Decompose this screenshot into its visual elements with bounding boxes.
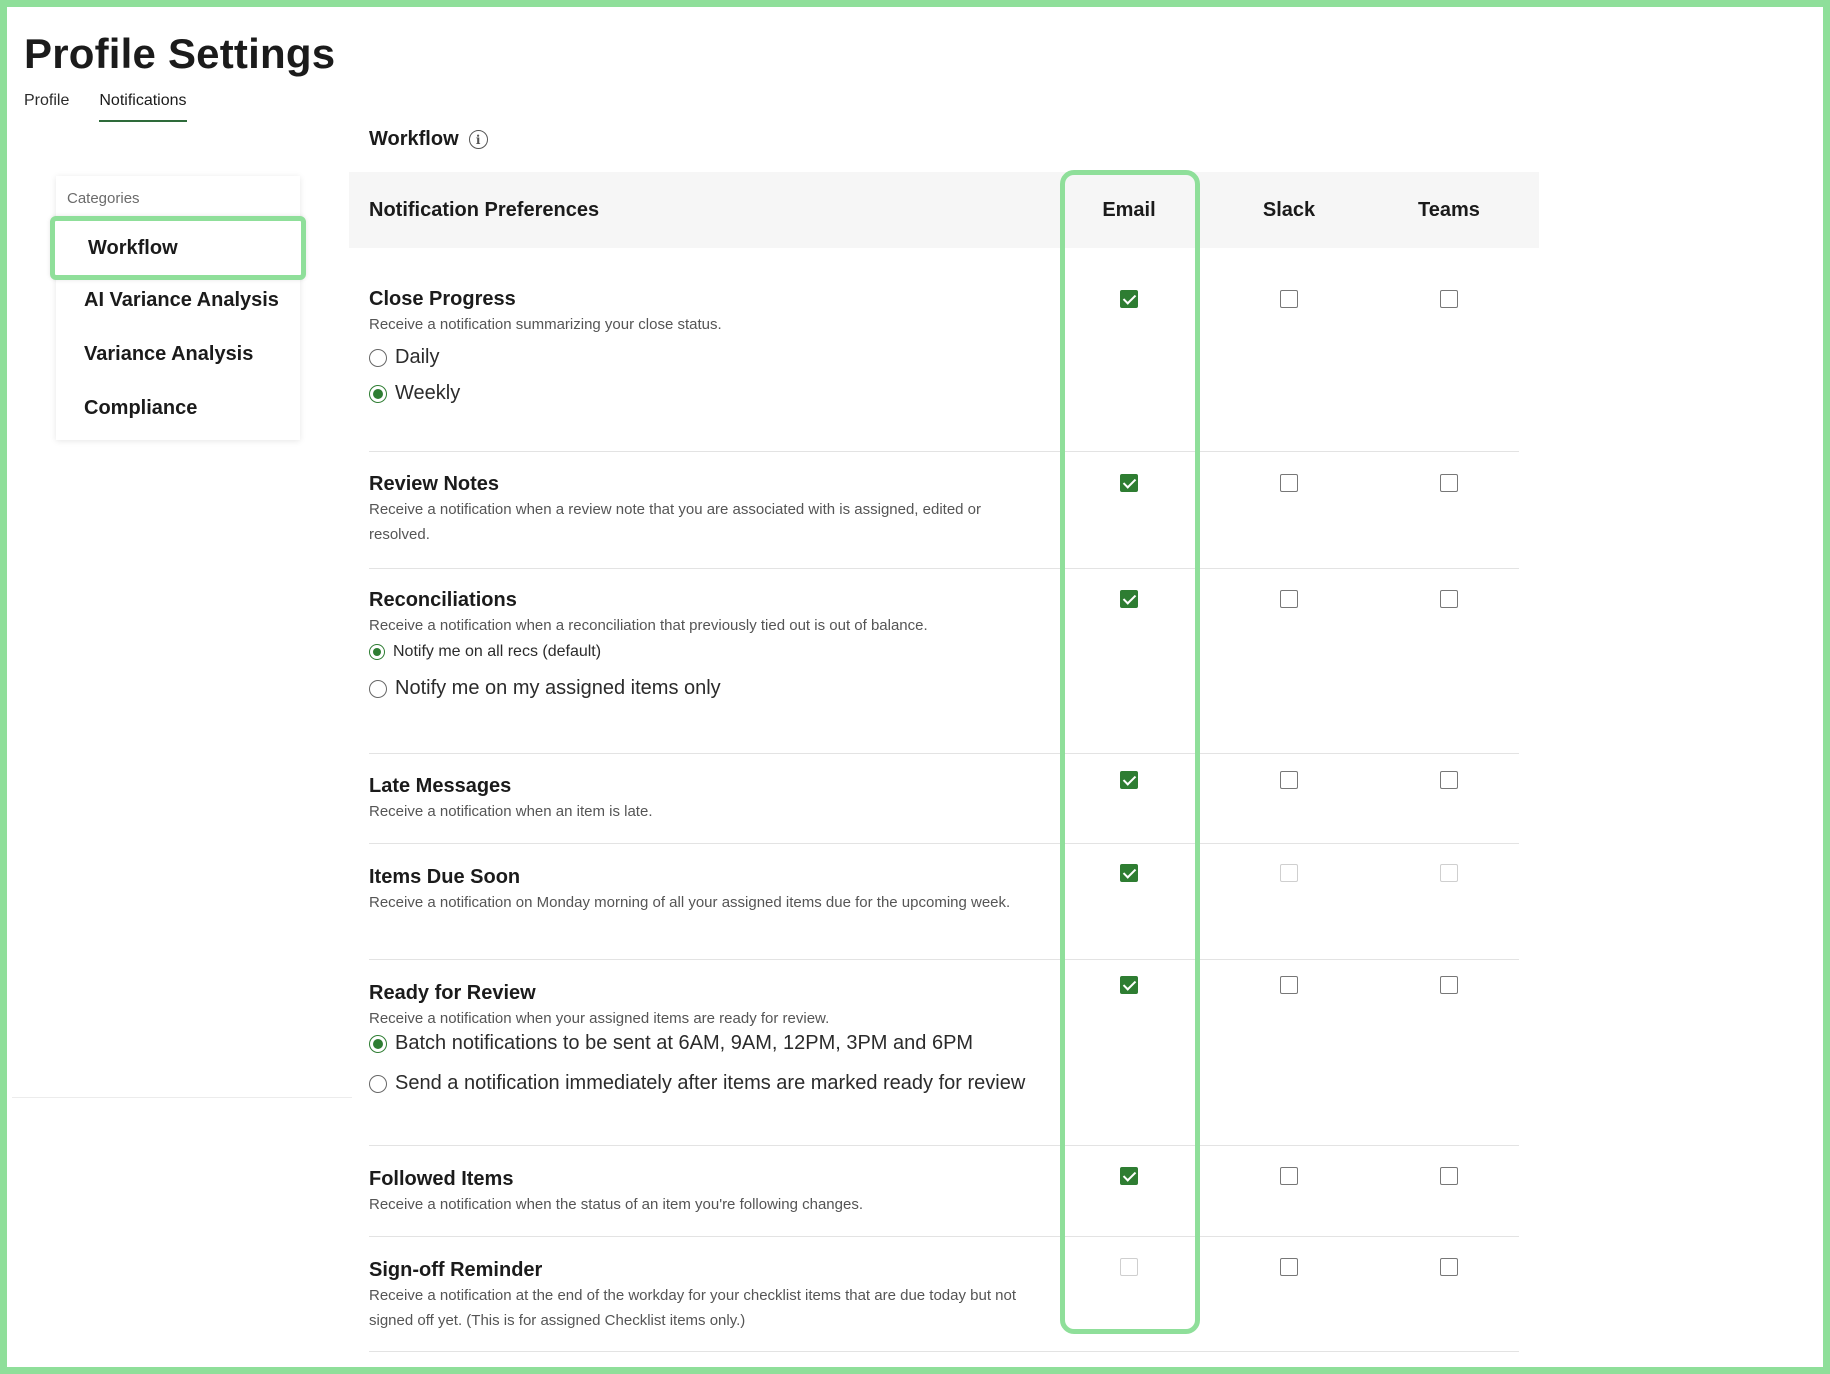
email-checkbox-review-notes[interactable] <box>1120 474 1138 492</box>
row-title: Review Notes <box>369 473 500 495</box>
radio-selected-icon <box>369 384 387 403</box>
sidebar-item-ai-variance-analysis[interactable]: AI Variance Analysis <box>56 275 300 325</box>
radio-option-all-recs[interactable]: Notify me on all recs (default) <box>369 643 601 661</box>
header-notification-preferences: Notification Preferences <box>369 198 600 221</box>
radio-option-batch[interactable]: Batch notifications to be sent at 6AM, 9… <box>369 1032 973 1055</box>
table-header: Notification Preferences Email Slack Tea… <box>349 172 1539 248</box>
radio-option-daily[interactable]: Daily <box>369 346 439 369</box>
email-checkbox-followed-items[interactable] <box>1120 1167 1138 1185</box>
radio-icon <box>369 679 387 698</box>
teams-checkbox-reconciliations[interactable] <box>1440 590 1458 608</box>
sidebar-item-workflow[interactable]: Workflow <box>50 216 306 280</box>
teams-checkbox-close-progress[interactable] <box>1440 290 1458 308</box>
radio-label: Weekly <box>395 382 461 404</box>
row-title: Items Due Soon <box>369 866 521 888</box>
row-description: Receive a notification when your assigne… <box>369 1010 830 1027</box>
header-slack: Slack <box>1262 198 1316 221</box>
row-title: Sign-off Reminder <box>369 1259 543 1281</box>
teams-checkbox-sign-off-reminder[interactable] <box>1440 1258 1458 1276</box>
categories-sidebar: Categories Workflow AI Variance Analysis… <box>50 176 306 440</box>
row-description: Receive a notification at the end of the… <box>369 1287 1017 1329</box>
tab-profile[interactable]: Profile <box>24 92 69 122</box>
slack-checkbox-review-notes[interactable] <box>1280 474 1298 492</box>
header-teams: Teams <box>1418 198 1480 221</box>
section-title: Workflow i <box>369 128 488 151</box>
radio-label: Send a notification immediately after it… <box>395 1072 1026 1094</box>
radio-selected-icon <box>369 1034 387 1053</box>
sidebar-item-compliance[interactable]: Compliance <box>56 383 300 433</box>
page-title: Profile Settings <box>24 30 336 77</box>
slack-checkbox-followed-items[interactable] <box>1280 1167 1298 1185</box>
row-title: Followed Items <box>369 1168 514 1190</box>
radio-selected-icon <box>369 644 385 660</box>
email-checkbox-reconciliations[interactable] <box>1120 590 1138 608</box>
email-checkbox-close-progress[interactable] <box>1120 290 1138 308</box>
row-description: Receive a notification when a reconcilia… <box>369 617 928 634</box>
teams-checkbox-ready-for-review[interactable] <box>1440 976 1458 994</box>
tab-bar: Profile Notifications <box>24 92 187 122</box>
radio-label: Batch notifications to be sent at 6AM, 9… <box>395 1032 974 1054</box>
radio-label: Notify me on all recs (default) <box>393 643 602 660</box>
row-divider <box>369 959 1519 960</box>
row-description: Receive a notification summarizing your … <box>369 316 722 333</box>
row-title: Ready for Review <box>369 982 536 1004</box>
row-divider <box>369 568 1519 569</box>
radio-label: Daily <box>395 346 440 368</box>
slack-checkbox-sign-off-reminder[interactable] <box>1280 1258 1298 1276</box>
row-divider <box>369 1351 1519 1352</box>
sidebar-item-variance-analysis[interactable]: Variance Analysis <box>56 329 300 379</box>
sidebar-label: Categories <box>67 190 140 207</box>
row-description: Receive a notification when a review not… <box>369 501 982 543</box>
teams-checkbox-items-due-soon <box>1440 864 1458 882</box>
row-title: Close Progress <box>369 288 516 310</box>
radio-label: Notify me on my assigned items only <box>395 677 721 699</box>
radio-option-weekly[interactable]: Weekly <box>369 382 460 405</box>
slack-checkbox-ready-for-review[interactable] <box>1280 976 1298 994</box>
slack-checkbox-reconciliations[interactable] <box>1280 590 1298 608</box>
email-checkbox-ready-for-review[interactable] <box>1120 976 1138 994</box>
email-checkbox-late-messages[interactable] <box>1120 771 1138 789</box>
row-divider <box>369 1145 1519 1146</box>
row-divider <box>369 451 1519 452</box>
radio-option-assigned-only[interactable]: Notify me on my assigned items only <box>369 677 721 700</box>
slack-checkbox-late-messages[interactable] <box>1280 771 1298 789</box>
row-divider <box>369 1236 1519 1237</box>
teams-checkbox-review-notes[interactable] <box>1440 474 1458 492</box>
slack-checkbox-close-progress[interactable] <box>1280 290 1298 308</box>
slack-checkbox-items-due-soon <box>1280 864 1298 882</box>
radio-icon <box>369 1074 387 1093</box>
row-description: Receive a notification when the status o… <box>369 1196 863 1213</box>
tab-notifications[interactable]: Notifications <box>99 92 187 122</box>
teams-checkbox-followed-items[interactable] <box>1440 1167 1458 1185</box>
row-title: Late Messages <box>369 775 512 797</box>
divider <box>12 1097 352 1098</box>
email-checkbox-items-due-soon[interactable] <box>1120 864 1138 882</box>
radio-icon <box>369 348 387 367</box>
info-icon[interactable]: i <box>468 130 488 149</box>
section-title-text: Workflow <box>369 128 459 150</box>
row-description: Receive a notification when an item is l… <box>369 803 653 820</box>
row-divider <box>369 753 1519 754</box>
email-checkbox-sign-off-reminder <box>1120 1258 1138 1276</box>
email-column-highlight <box>1060 170 1200 1334</box>
radio-option-immediate[interactable]: Send a notification immediately after it… <box>369 1072 1025 1095</box>
header-email: Email <box>1102 198 1156 221</box>
row-description: Receive a notification on Monday morning… <box>369 894 1011 911</box>
teams-checkbox-late-messages[interactable] <box>1440 771 1458 789</box>
row-divider <box>369 843 1519 844</box>
row-title: Reconciliations <box>369 589 517 611</box>
